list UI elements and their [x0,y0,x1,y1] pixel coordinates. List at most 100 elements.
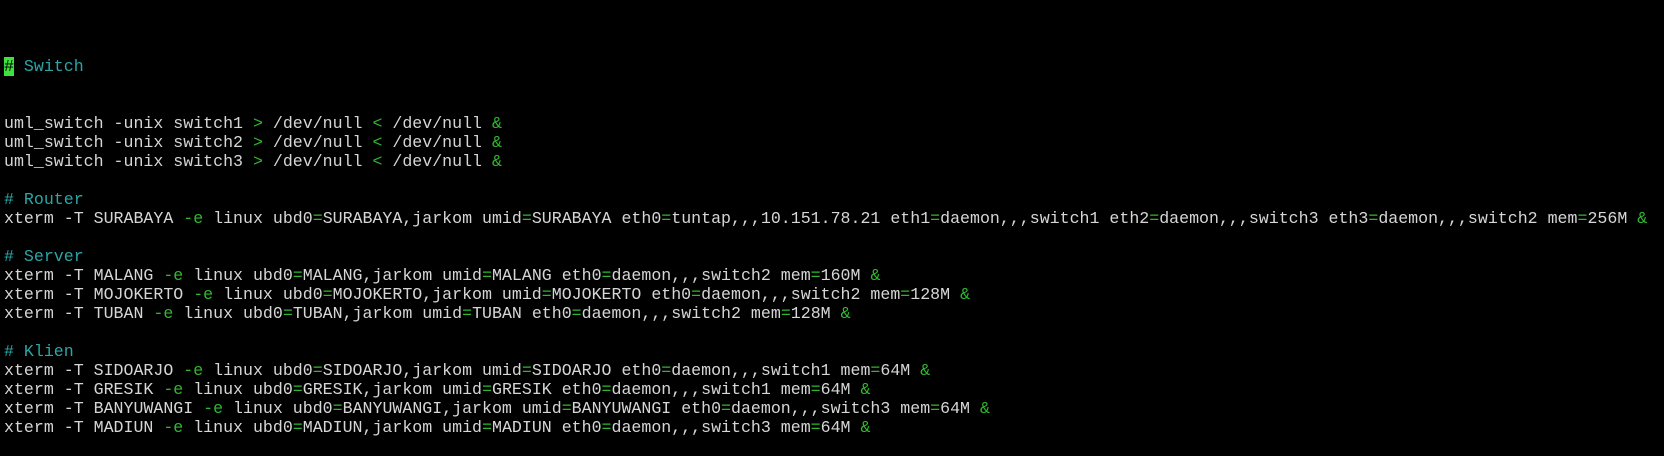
editor-line: xterm -T GRESIK -e linux ubd0=GRESIK,jar… [4,380,1660,399]
code-operator: = [661,361,672,380]
code-operator: = [312,209,323,228]
terminal-editor[interactable]: # Switch uml_switch -unix switch1 > /dev… [4,19,1660,456]
code-operator: & [1637,209,1648,228]
code-text: linux ubd0 [203,209,313,228]
editor-line: xterm -T BANYUWANGI -e linux ubd0=BANYUW… [4,399,1660,418]
code-text: MOJOKERTO,jarkom umid [332,285,542,304]
code-operator: = [292,266,303,285]
code-text: MALANG eth0 [491,266,602,285]
code-text: 160M [820,266,871,285]
code-text: /dev/null [262,133,373,152]
code-comment: # Server [4,247,84,266]
code-text: tuntap,,,10.151.78.21 eth1 [671,209,931,228]
code-operator: = [810,380,821,399]
editor-line: xterm -T SURABAYA -e linux ubd0=SURABAYA… [4,209,1660,228]
code-operator: & [870,266,881,285]
code-operator: < [372,152,383,171]
code-text: GRESIK eth0 [491,380,602,399]
code-text: BANYUWANGI eth0 [571,399,722,418]
editor-blank-line [4,171,1660,190]
code-operator: & [920,361,931,380]
code-text: linux ubd0 [213,285,323,304]
code-operator: = [1368,209,1379,228]
code-text: /dev/null [382,114,492,133]
code-operator: & [491,152,502,171]
code-text: /dev/null [262,152,373,171]
code-text: xterm -T BANYUWANGI [4,399,204,418]
code-text: /dev/null [262,114,373,133]
code-operator: & [860,418,871,437]
code-text: 64M [820,380,861,399]
editor-line: xterm -T TUBAN -e linux ubd0=TUBAN,jarko… [4,304,1660,323]
code-operator: < [372,114,383,133]
editor-line: uml_switch -unix switch2 > /dev/null < /… [4,133,1660,152]
code-text: linux ubd0 [183,380,293,399]
code-operator: -e [183,209,204,228]
code-text: SURABAYA eth0 [531,209,662,228]
code-operator: & [979,399,990,418]
code-text: 256M [1587,209,1638,228]
code-operator: = [930,209,941,228]
editor-line: # Router [4,190,1660,209]
code-operator: -e [163,418,184,437]
code-text: uml_switch -unix switch1 [4,114,253,133]
editor-line: uml_switch -unix switch1 > /dev/null < /… [4,114,1660,133]
code-text: /dev/null [382,133,492,152]
code-operator: = [1577,209,1588,228]
code-operator: = [810,418,821,437]
code-text: daemon,,,switch3 mem [731,399,931,418]
code-operator: = [541,285,552,304]
text-cursor: # [4,57,14,76]
code-text: xterm -T MADIUN [4,418,164,437]
code-text: linux ubd0 [183,418,293,437]
code-text: daemon,,,switch2 mem [701,285,901,304]
code-operator: -e [163,380,184,399]
code-text: MADIUN eth0 [491,418,602,437]
code-operator: = [900,285,911,304]
code-text: daemon,,,switch1 eth2 [940,209,1150,228]
code-operator: = [930,399,941,418]
code-text: SURABAYA,jarkom umid [322,209,522,228]
code-text: linux ubd0 [223,399,333,418]
code-operator: = [282,304,293,323]
code-text: xterm -T MOJOKERTO [4,285,194,304]
editor-line: xterm -T MADIUN -e linux ubd0=MADIUN,jar… [4,418,1660,437]
code-operator: < [372,133,383,152]
code-operator: > [252,114,263,133]
code-text: 128M [910,285,961,304]
code-operator: & [960,285,971,304]
code-text: MALANG,jarkom umid [302,266,483,285]
code-text: xterm -T MALANG [4,266,164,285]
code-text: linux ubd0 [203,361,313,380]
code-operator: = [561,399,572,418]
code-text: daemon,,,switch2 mem [611,266,811,285]
code-operator: = [1149,209,1160,228]
code-text: GRESIK,jarkom umid [302,380,483,399]
code-operator: = [292,418,303,437]
code-text: uml_switch -unix switch3 [4,152,253,171]
code-operator: = [482,380,492,399]
editor-line: # Switch [4,57,1660,76]
code-operator: = [462,304,473,323]
code-text: linux ubd0 [183,266,293,285]
code-operator: > [252,133,263,152]
editor-line: xterm -T SIDOARJO -e linux ubd0=SIDOARJO… [4,361,1660,380]
code-operator: = [521,361,532,380]
code-text: 64M [880,361,921,380]
code-text: uml_switch -unix switch2 [4,133,253,152]
code-operator: = [661,209,672,228]
code-operator: = [322,285,333,304]
code-operator: = [601,266,612,285]
code-text: TUBAN,jarkom umid [292,304,463,323]
code-operator: = [571,304,582,323]
editor-line: # Klien [4,342,1660,361]
code-operator: = [601,418,612,437]
code-text: xterm -T GRESIK [4,380,164,399]
code-text: 128M [790,304,841,323]
code-operator: = [721,399,731,418]
code-operator: = [292,380,303,399]
code-text: xterm -T SIDOARJO [4,361,184,380]
code-text: SIDOARJO eth0 [531,361,662,380]
code-text: xterm -T SURABAYA [4,209,184,228]
code-operator: > [252,152,263,171]
